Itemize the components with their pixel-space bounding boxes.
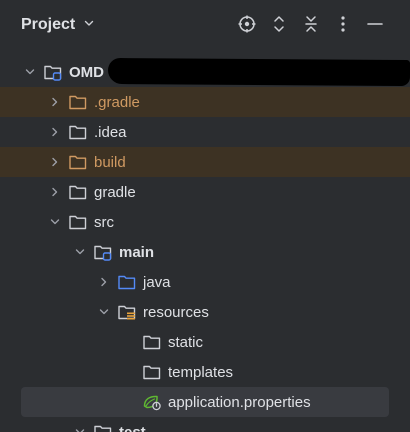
tree-item-dot-gradle[interactable]: .gradle bbox=[0, 87, 410, 117]
tree-item-gradle[interactable]: gradle bbox=[0, 177, 410, 207]
tree-item-label: resources bbox=[143, 303, 209, 321]
module-folder-icon bbox=[43, 63, 63, 81]
tree-item-label: gradle bbox=[94, 183, 136, 201]
tree-item-main[interactable]: main bbox=[0, 237, 410, 267]
module-folder-icon bbox=[93, 243, 113, 261]
locate-icon[interactable] bbox=[236, 13, 258, 35]
chevron-down-icon[interactable] bbox=[48, 215, 62, 229]
resources-folder-icon bbox=[117, 303, 137, 321]
folder-icon bbox=[142, 363, 162, 381]
tree-item-java[interactable]: java bbox=[0, 267, 410, 297]
tree-item-label: java bbox=[143, 273, 171, 291]
chevron-right-icon[interactable] bbox=[48, 95, 62, 109]
tree-item-label: build bbox=[94, 153, 126, 171]
tree-item-label: .idea bbox=[94, 123, 127, 141]
tree-item-label: application.properties bbox=[168, 393, 311, 411]
folder-icon bbox=[68, 153, 88, 171]
folder-icon bbox=[68, 213, 88, 231]
chevron-down-icon[interactable] bbox=[97, 305, 111, 319]
redaction-mark bbox=[107, 57, 410, 87]
header-title: Project bbox=[21, 16, 76, 33]
hide-panel-icon[interactable] bbox=[364, 13, 386, 35]
chevron-right-icon[interactable] bbox=[48, 125, 62, 139]
tree-item-static[interactable]: static bbox=[0, 327, 410, 357]
tree-item-label: .gradle bbox=[94, 93, 140, 111]
view-selector[interactable]: Project bbox=[21, 16, 95, 34]
more-options-icon[interactable] bbox=[332, 13, 354, 35]
tree-item-test[interactable]: test bbox=[0, 417, 410, 432]
chevron-right-icon[interactable] bbox=[48, 185, 62, 199]
tree-item-dot-idea[interactable]: .idea bbox=[0, 117, 410, 147]
spring-properties-icon bbox=[142, 393, 162, 411]
chevron-down-icon bbox=[81, 16, 95, 34]
chevron-right-icon[interactable] bbox=[48, 155, 62, 169]
collapse-all-icon[interactable] bbox=[300, 13, 322, 35]
tree-item-resources[interactable]: resources bbox=[0, 297, 410, 327]
chevron-down-icon[interactable] bbox=[73, 425, 87, 432]
tree-item-label: templates bbox=[168, 363, 234, 381]
tree-item-label: src bbox=[94, 213, 114, 231]
chevron-right-icon[interactable] bbox=[97, 275, 111, 289]
project-tool-window: Project OMD .gradle .idea build gradle s… bbox=[0, 0, 410, 432]
source-folder-icon bbox=[117, 273, 137, 291]
tree-item-src[interactable]: src bbox=[0, 207, 410, 237]
tree-item-label: test bbox=[119, 423, 146, 432]
tree-item-label: main bbox=[119, 243, 155, 261]
tree-item-label: OMD bbox=[69, 63, 104, 81]
header-actions bbox=[236, 13, 386, 35]
folder-icon bbox=[68, 123, 88, 141]
tree-item-build[interactable]: build bbox=[0, 147, 410, 177]
expand-all-icon[interactable] bbox=[268, 13, 290, 35]
tree-item-label: static bbox=[168, 333, 204, 351]
tree-item-application-properties[interactable]: application.properties bbox=[0, 387, 410, 417]
module-folder-icon bbox=[93, 423, 113, 432]
tool-window-header: Project bbox=[0, 0, 410, 52]
chevron-down-icon[interactable] bbox=[23, 65, 37, 79]
folder-icon bbox=[142, 333, 162, 351]
tree-item-templates[interactable]: templates bbox=[0, 357, 410, 387]
folder-icon bbox=[68, 183, 88, 201]
chevron-down-icon[interactable] bbox=[73, 245, 87, 259]
project-tree: OMD .gradle .idea build gradle src main … bbox=[0, 57, 410, 432]
folder-icon bbox=[68, 93, 88, 111]
